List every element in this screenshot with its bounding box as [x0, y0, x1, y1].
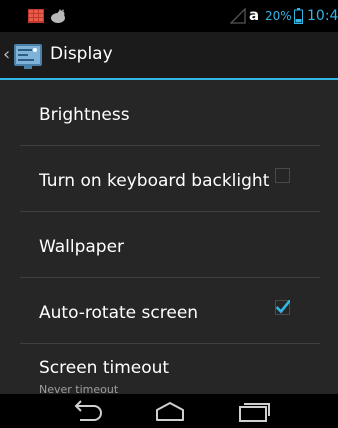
- status-clock: 10:43: [307, 8, 338, 24]
- up-caret-icon[interactable]: ‹: [3, 46, 10, 64]
- notification-grid-icon: [28, 9, 44, 23]
- home-icon[interactable]: [153, 399, 187, 423]
- display-settings-icon[interactable]: [13, 42, 43, 70]
- pref-keyboard-backlight[interactable]: Turn on keyboard backlight: [0, 146, 338, 212]
- pref-label: Brightness: [39, 105, 130, 125]
- back-icon[interactable]: [68, 399, 106, 423]
- page-title: Display: [50, 44, 113, 64]
- settings-list: Brightness Turn on keyboard backlight Wa…: [0, 80, 338, 410]
- pref-label: Wallpaper: [39, 237, 125, 257]
- pref-brightness[interactable]: Brightness: [0, 80, 338, 146]
- status-bar: a 20% 10:43: [0, 0, 338, 32]
- battery-percent: 20%: [265, 9, 292, 23]
- phone-screen: a 20% 10:43 ‹ Display Brightness Turn o: [0, 0, 338, 428]
- pref-label: Auto-rotate screen: [39, 303, 199, 323]
- auto-rotate-checkbox[interactable]: [275, 300, 290, 315]
- pref-wallpaper[interactable]: Wallpaper: [0, 212, 338, 278]
- recent-apps-icon[interactable]: [236, 399, 272, 423]
- battery-icon: [294, 8, 303, 24]
- carrier-label: a: [249, 6, 260, 24]
- pref-auto-rotate[interactable]: Auto-rotate screen: [0, 278, 338, 344]
- signal-icon: [230, 8, 246, 24]
- keyboard-backlight-checkbox[interactable]: [275, 168, 290, 183]
- navigation-bar: [0, 394, 338, 428]
- notification-cat-icon: [51, 9, 65, 23]
- pref-label: Screen timeout: [39, 358, 170, 378]
- action-bar: ‹ Display: [0, 32, 338, 80]
- pref-label: Turn on keyboard backlight: [39, 171, 270, 191]
